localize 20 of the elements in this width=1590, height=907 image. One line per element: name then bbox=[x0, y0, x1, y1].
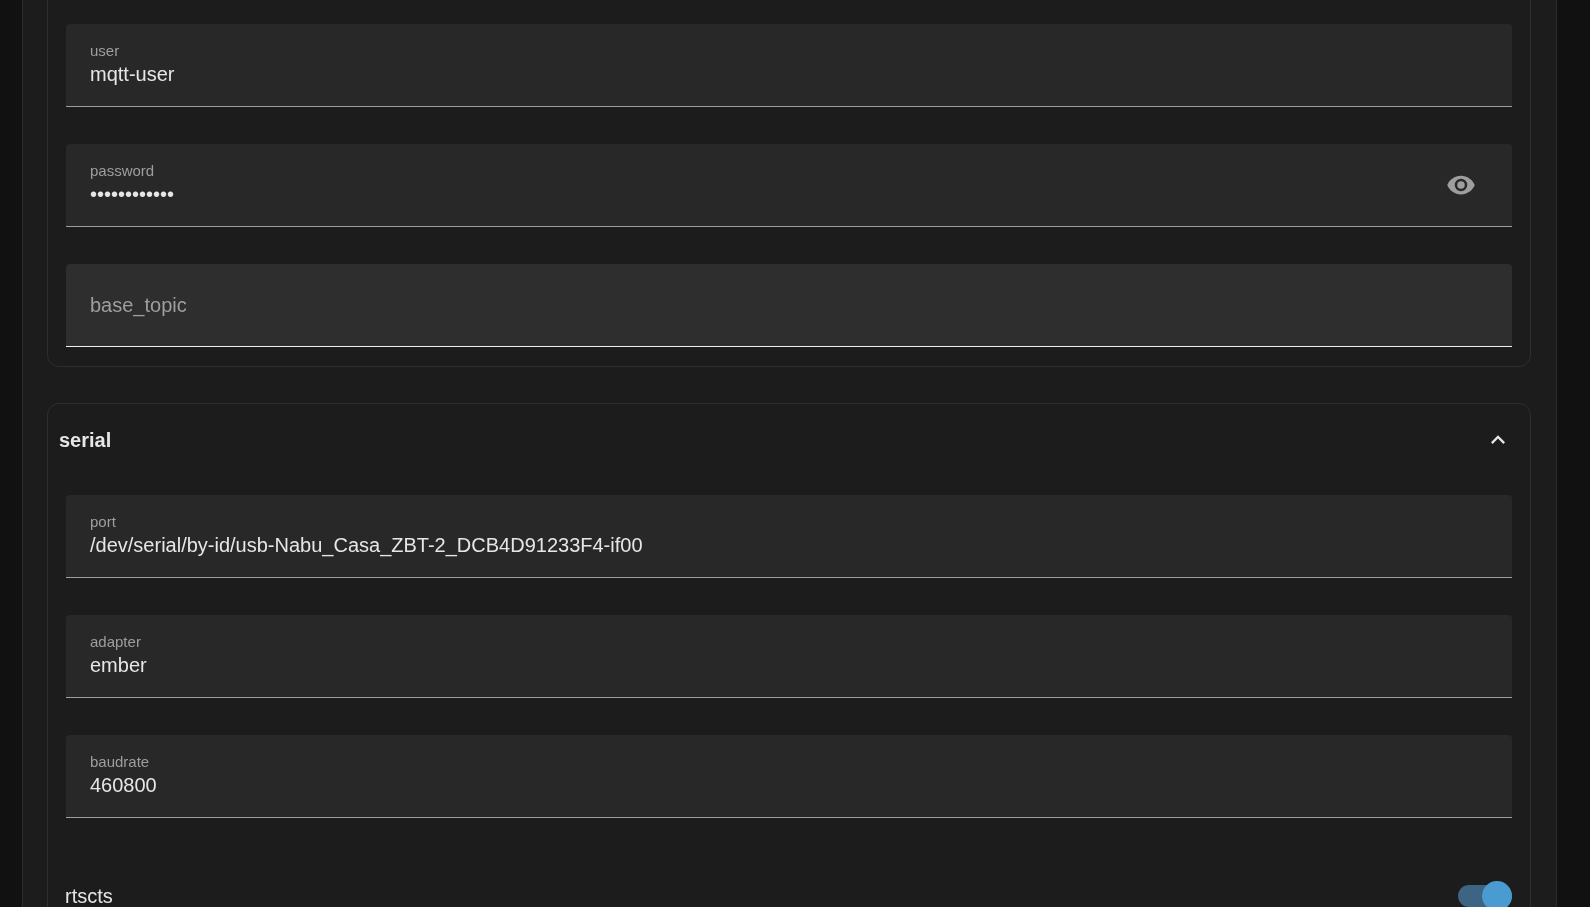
text-field[interactable]: baudrate 460800 bbox=[66, 735, 1512, 818]
field-label: adapter bbox=[90, 633, 142, 651]
text-field[interactable]: base_topic bbox=[66, 264, 1512, 347]
text-field[interactable]: password •••••••••••• bbox=[66, 144, 1512, 227]
field-value: ember bbox=[90, 653, 148, 678]
toggle-label: rtscts bbox=[65, 884, 113, 907]
field-label: port bbox=[90, 513, 117, 531]
section-header[interactable]: serial bbox=[48, 404, 1530, 476]
field-value: mqtt-user bbox=[90, 62, 176, 87]
text-field[interactable]: port /dev/serial/by-id/usb-Nabu_Casa_ZBT-2_DCB4D91233F4-if00 bbox=[66, 495, 1512, 578]
field-label: base_topic bbox=[90, 293, 188, 319]
field-label: password bbox=[90, 162, 156, 180]
field-value: /dev/serial/by-id/usb-Nabu_Casa_ZBT-2_DCB4D91233F4-if00 bbox=[90, 533, 644, 559]
text-field[interactable]: adapter ember bbox=[66, 615, 1512, 698]
field-label: user bbox=[90, 42, 121, 60]
field-value: 460800 bbox=[90, 773, 158, 798]
field-label: baudrate bbox=[90, 753, 151, 771]
section-title: serial bbox=[59, 428, 112, 453]
text-field[interactable]: user mqtt-user bbox=[66, 24, 1512, 107]
field-value: •••••••••••• bbox=[90, 182, 176, 207]
